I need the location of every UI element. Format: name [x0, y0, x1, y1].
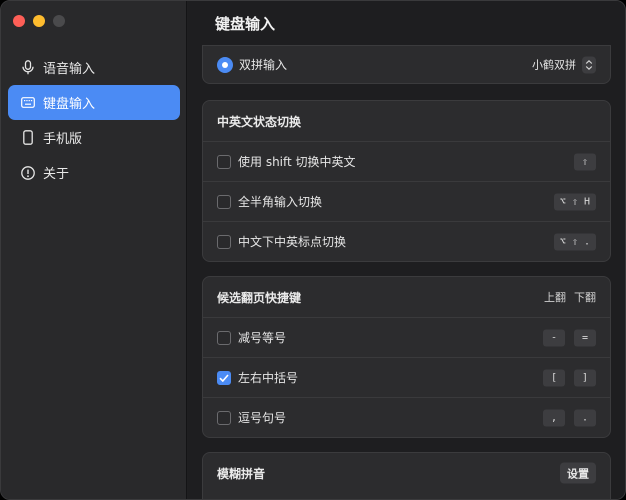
paging-header: 候选翻页快捷键 上翻 下翻 [203, 277, 610, 317]
sidebar-item-label: 语音输入 [43, 62, 96, 77]
section-title: 中英文状态切换 [217, 114, 302, 129]
prev-page-key[interactable]: - [543, 329, 565, 346]
setting-label: 左右中括号 [238, 371, 299, 385]
fuzzy-settings-button[interactable]: 设置 [560, 462, 596, 484]
setting-row-brackets[interactable]: 左右中括号 [ ] [203, 357, 610, 397]
shuangpin-label: 双拼输入 [239, 58, 288, 72]
sidebar-item-mobile[interactable]: 手机版 [8, 120, 180, 155]
brackets-checkbox[interactable] [217, 370, 231, 385]
setting-label: 全半角输入切换 [238, 195, 323, 209]
sidebar-item-keyboard-input[interactable]: 键盘输入 [8, 85, 180, 120]
app-window: 语音输入 键盘输入 手机版 关于 键盘输入 双拼输入 小鹤双拼 中英文状态切换 … [0, 0, 626, 500]
sidebar-item-label: 关于 [43, 167, 70, 182]
zoom-window-button[interactable] [53, 15, 65, 27]
setting-label: 逗号句号 [238, 411, 287, 425]
shift-toggle-checkbox[interactable] [217, 154, 231, 169]
fuzzy-pinyin-header: 模糊拼音 设置 [203, 453, 610, 493]
comma-period-checkbox[interactable] [217, 410, 231, 425]
shuangpin-scheme-value: 小鹤双拼 [532, 58, 576, 72]
fullwidth-toggle-checkbox[interactable] [217, 194, 231, 209]
setting-row-minus-equal[interactable]: 减号等号 - = [203, 317, 610, 357]
next-page-key[interactable]: ] [574, 369, 596, 386]
lang-switch-card: 中英文状态切换 使用 shift 切换中英文 ⇧ 全半角输入切换 ⌥ ⇧ H 中文下… [202, 100, 611, 262]
prev-page-key[interactable]: [ [543, 369, 565, 386]
sidebar-item-label: 手机版 [43, 132, 83, 147]
punctuation-toggle-checkbox[interactable] [217, 234, 231, 249]
pinyin-card: 双拼输入 小鹤双拼 [202, 45, 611, 84]
next-page-key[interactable]: = [574, 329, 596, 346]
column-next-page: 下翻 [574, 291, 596, 304]
next-page-key[interactable]: . [574, 409, 596, 426]
shortcut-key[interactable]: ⇧ [574, 153, 596, 170]
sidebar-item-label: 键盘输入 [43, 97, 96, 112]
setting-label: 减号等号 [238, 331, 287, 345]
window-controls [13, 15, 65, 27]
info-icon [21, 165, 35, 181]
setting-row-fullwidth-toggle[interactable]: 全半角输入切换 ⌥ ⇧ H [203, 181, 610, 221]
paging-card: 候选翻页快捷键 上翻 下翻 减号等号 - = 左右中括号 [] 逗号句号 , … [202, 276, 611, 438]
checkmark-icon [219, 373, 229, 382]
sidebar: 语音输入 键盘输入 手机版 关于 [1, 1, 187, 499]
sidebar-item-voice-input[interactable]: 语音输入 [8, 50, 180, 85]
column-prev-page: 上翻 [544, 291, 566, 304]
section-title: 模糊拼音 [217, 466, 266, 481]
setting-label: 中文下中英标点切换 [238, 235, 347, 249]
shuangpin-radio[interactable] [217, 56, 233, 73]
phone-icon [21, 130, 35, 146]
keyboard-icon [21, 95, 35, 111]
shortcut-key[interactable]: ⌥ ⇧ H [553, 193, 596, 210]
close-window-button[interactable] [13, 15, 25, 27]
shuangpin-scheme-select[interactable]: 小鹤双拼 [532, 56, 596, 73]
setting-row-comma-period[interactable]: 逗号句号 , . [203, 397, 610, 437]
lang-switch-header: 中英文状态切换 [203, 101, 610, 141]
shuangpin-row[interactable]: 双拼输入 小鹤双拼 [203, 46, 610, 83]
fuzzy-pinyin-card: 模糊拼音 设置 [202, 452, 611, 499]
prev-page-key[interactable]: , [543, 409, 565, 426]
minus-equal-checkbox[interactable] [217, 330, 231, 345]
setting-label: 使用 shift 切换中英文 [238, 155, 356, 169]
main-panel: 键盘输入 双拼输入 小鹤双拼 中英文状态切换 使用 shift 切换中英文 ⇧ … [188, 1, 625, 499]
section-title: 候选翻页快捷键 [217, 290, 302, 305]
chevron-up-down-icon [582, 56, 596, 73]
sidebar-item-about[interactable]: 关于 [8, 155, 180, 190]
shortcut-key[interactable]: ⌥ ⇧. [553, 233, 596, 250]
microphone-icon [21, 60, 35, 76]
sidebar-nav: 语音输入 键盘输入 手机版 关于 [8, 50, 180, 190]
setting-row-punctuation-toggle[interactable]: 中文下中英标点切换 ⌥ ⇧. [203, 221, 610, 261]
setting-row-shift-toggle[interactable]: 使用 shift 切换中英文 ⇧ [203, 141, 610, 181]
minimize-window-button[interactable] [33, 15, 45, 27]
page-title: 键盘输入 [215, 15, 276, 33]
